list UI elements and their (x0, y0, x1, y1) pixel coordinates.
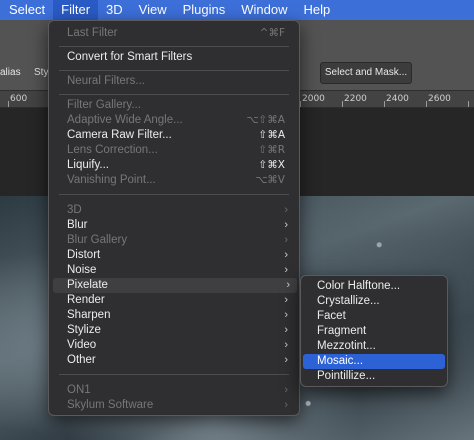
chevron-right-icon: › (284, 354, 288, 366)
menu-separator (59, 194, 289, 195)
menu-item-vanishing-point[interactable]: Vanishing Point... ⌥⌘V (49, 173, 299, 188)
menu-item-3d[interactable]: 3D › (49, 203, 299, 218)
chevron-right-icon: › (284, 234, 288, 246)
menu-help[interactable]: Help (296, 0, 339, 20)
submenu-item-mezzotint[interactable]: Mezzotint... (301, 339, 447, 354)
menu-item-on1[interactable]: ON1 › (49, 383, 299, 398)
menu-item-camera-raw-filter[interactable]: Camera Raw Filter... ⇧⌘A (49, 128, 299, 143)
menu-item-video[interactable]: Video › (49, 338, 299, 353)
select-and-mask-button[interactable]: Select and Mask... (320, 62, 412, 84)
menu-separator (59, 94, 289, 95)
menu-window[interactable]: Window (233, 0, 295, 20)
menu-item-sharpen[interactable]: Sharpen › (49, 308, 299, 323)
chevron-right-icon: › (286, 279, 290, 291)
menu-item-other[interactable]: Other › (49, 353, 299, 368)
chevron-right-icon: › (284, 204, 288, 216)
menu-bar: Select Filter 3D View Plugins Window Hel… (0, 0, 474, 20)
submenu-item-mosaic[interactable]: Mosaic... (303, 354, 445, 369)
menu-item-distort[interactable]: Distort › (49, 248, 299, 263)
style-label[interactable]: Sty (34, 67, 48, 78)
ruler-tick: 2000 (302, 94, 325, 104)
menu-item-pixelate[interactable]: Pixelate › (53, 278, 297, 293)
menu-separator (59, 70, 289, 71)
filter-menu: Last Filter ^⌘F Convert for Smart Filter… (48, 20, 300, 416)
menu-view[interactable]: View (131, 0, 175, 20)
menu-item-liquify[interactable]: Liquify... ⇧⌘X (49, 158, 299, 173)
menu-item-filter-gallery[interactable]: Filter Gallery... (49, 98, 299, 113)
anti-alias-label: alias (0, 67, 21, 78)
menu-3d[interactable]: 3D (98, 0, 131, 20)
submenu-item-crystallize[interactable]: Crystallize... (301, 294, 447, 309)
chevron-right-icon: › (284, 339, 288, 351)
ruler-tick: 600 (10, 94, 28, 104)
menu-filter[interactable]: Filter (53, 0, 99, 20)
menu-item-blur[interactable]: Blur › (49, 218, 299, 233)
ruler-tick: 2400 (386, 94, 409, 104)
menu-item-stylize[interactable]: Stylize › (49, 323, 299, 338)
menu-item-render[interactable]: Render › (49, 293, 299, 308)
submenu-item-pointillize[interactable]: Pointillize... (301, 369, 447, 384)
menu-item-lens-correction[interactable]: Lens Correction... ⇧⌘R (49, 143, 299, 158)
submenu-item-fragment[interactable]: Fragment (301, 324, 447, 339)
menu-item-adaptive-wide-angle[interactable]: Adaptive Wide Angle... ⌥⇧⌘A (49, 113, 299, 128)
menu-select[interactable]: Select (0, 0, 53, 20)
menu-item-skylum-software[interactable]: Skylum Software › (49, 398, 299, 413)
ruler-tick: 2200 (344, 94, 367, 104)
submenu-item-facet[interactable]: Facet (301, 309, 447, 324)
chevron-right-icon: › (284, 294, 288, 306)
menu-item-last-filter[interactable]: Last Filter ^⌘F (49, 26, 299, 41)
submenu-item-color-halftone[interactable]: Color Halftone... (301, 279, 447, 294)
menu-separator (59, 374, 289, 375)
menu-item-noise[interactable]: Noise › (49, 263, 299, 278)
menu-plugins[interactable]: Plugins (175, 0, 234, 20)
chevron-right-icon: › (284, 399, 288, 411)
chevron-right-icon: › (284, 384, 288, 396)
chevron-right-icon: › (284, 324, 288, 336)
menu-separator (59, 46, 289, 47)
pixelate-submenu: Color Halftone... Crystallize... Facet F… (300, 275, 448, 387)
chevron-right-icon: › (284, 249, 288, 261)
chevron-right-icon: › (284, 264, 288, 276)
menu-item-blur-gallery[interactable]: Blur Gallery › (49, 233, 299, 248)
ruler-tick: 2600 (428, 94, 451, 104)
chevron-right-icon: › (284, 219, 288, 231)
chevron-right-icon: › (284, 309, 288, 321)
menu-item-convert-smart-filters[interactable]: Convert for Smart Filters (49, 50, 299, 65)
menu-item-neural-filters[interactable]: Neural Filters... (49, 74, 299, 89)
